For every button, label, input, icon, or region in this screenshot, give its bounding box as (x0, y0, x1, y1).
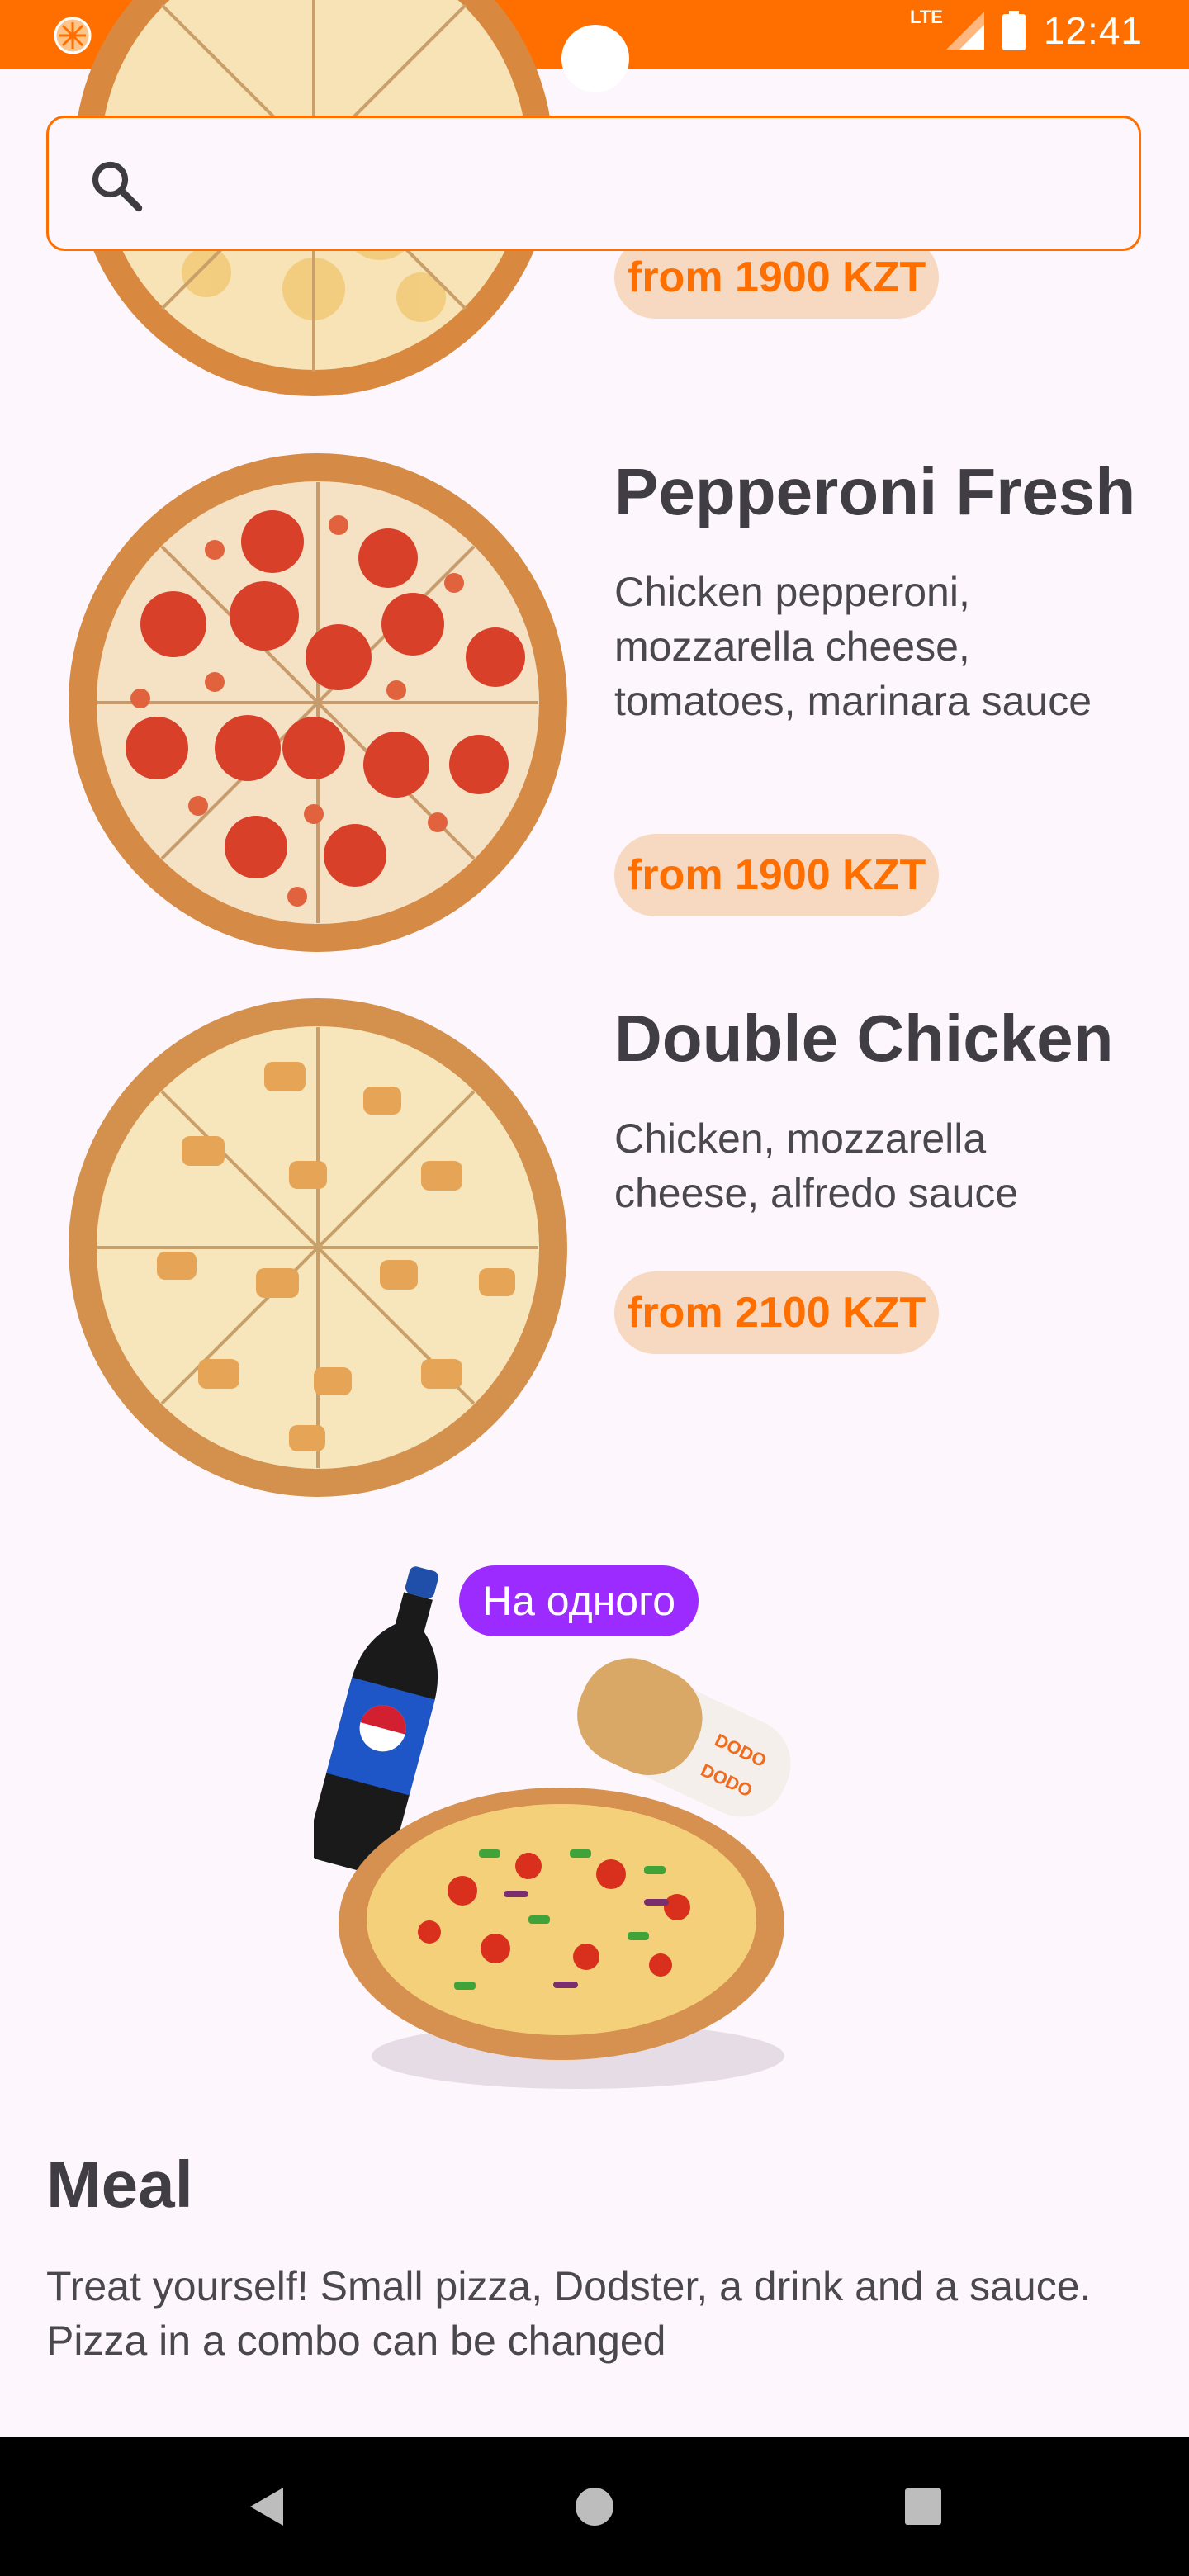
price-button[interactable]: from 1900 KZT (614, 834, 940, 916)
system-nav-bar (0, 2437, 1189, 2576)
back-icon (250, 2488, 283, 2526)
signal-icon (945, 12, 984, 50)
product-description: Chicken, mozzarella cheese, alfredo sauc… (614, 1115, 1019, 1216)
camera-cutout (561, 25, 629, 92)
combo-badge: На одного (459, 1565, 699, 1636)
search-input[interactable] (164, 151, 1109, 219)
product-description: Chicken pepperoni, mozzarella cheese, to… (614, 569, 1092, 724)
product-title: Pepperoni Fresh (614, 455, 1136, 528)
chicken-pizza-image (69, 998, 567, 1497)
combo-title: Meal (46, 2147, 193, 2221)
search-bar[interactable] (46, 116, 1141, 251)
product-title: Double Chicken (614, 1002, 1114, 1075)
pepperoni-pizza-image (69, 453, 567, 952)
back-button[interactable] (216, 2437, 315, 2576)
clock: 12:41 (1043, 9, 1143, 52)
battery-icon (1002, 11, 1026, 50)
network-type: LTE (909, 7, 943, 27)
price-button[interactable]: from 2100 KZT (614, 1271, 940, 1354)
recents-button[interactable] (874, 2437, 973, 2576)
recents-icon (905, 2488, 941, 2525)
home-icon (576, 2488, 613, 2526)
search-icon (92, 161, 143, 212)
home-button[interactable] (545, 2437, 644, 2576)
combo-description: Treat yourself! Small pizza, Dodster, a … (46, 2263, 1092, 2364)
